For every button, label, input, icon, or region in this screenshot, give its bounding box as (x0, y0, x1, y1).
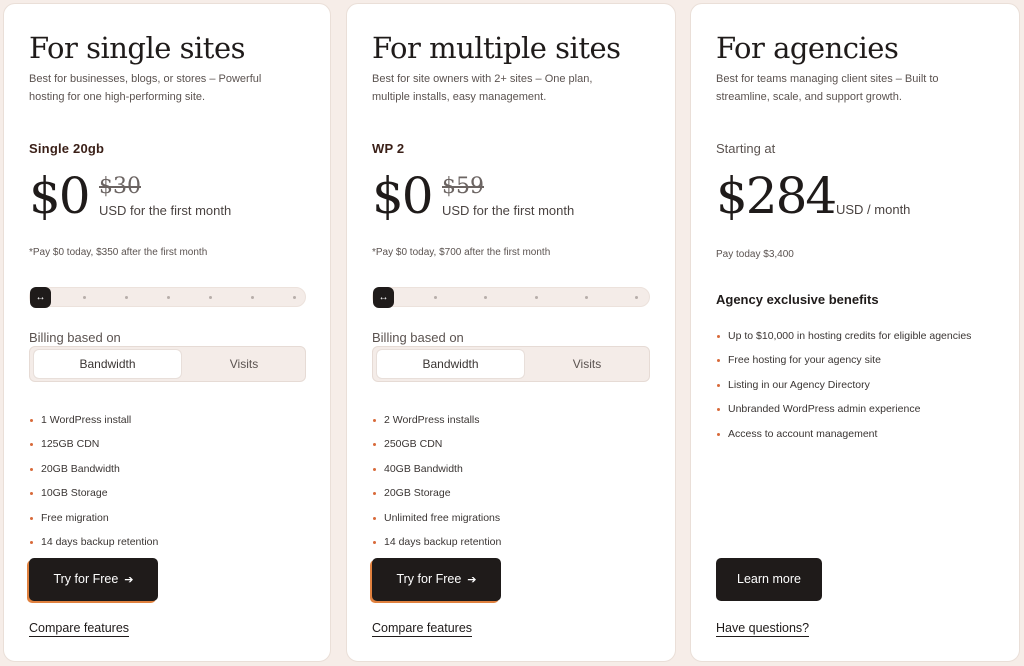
feature-item: 1 WordPress install (29, 408, 158, 432)
cta-label: Try for Free (53, 572, 119, 586)
feature-item: 40GB Bandwidth (372, 457, 501, 481)
price: $0 (372, 167, 434, 225)
feature-item: 125GB CDN (29, 432, 158, 456)
feature-item: 20GB Storage (372, 481, 501, 505)
slider-step[interactable] (125, 296, 128, 299)
feature-item: Unlimited free migrations (372, 506, 501, 530)
try-for-free-button[interactable]: Try for Free ➔ (29, 558, 158, 601)
benefit-item: Listing in our Agency Directory (716, 373, 971, 397)
slider-step[interactable] (251, 296, 254, 299)
slider-step[interactable] (535, 296, 538, 299)
card-description: Best for teams managing client sites – B… (716, 73, 939, 103)
feature-item: 250GB CDN (372, 432, 501, 456)
card-description: Best for businesses, blogs, or stores – … (29, 73, 262, 103)
slider-step[interactable] (635, 296, 638, 299)
feature-list: 1 WordPress install 125GB CDN 20GB Bandw… (29, 408, 158, 554)
plan-size-slider[interactable]: ↔ (29, 287, 306, 308)
slider-step[interactable] (83, 296, 86, 299)
card-title: For agencies (716, 31, 899, 65)
price-period: USD for the first month (99, 203, 232, 218)
try-for-free-button[interactable]: Try for Free ➔ (372, 558, 501, 601)
resize-horizontal-icon[interactable]: ↔ (373, 287, 394, 308)
billing-option-visits[interactable]: Visits (185, 350, 303, 378)
feature-item: 14 days backup retention (29, 530, 158, 554)
starting-at-label: Starting at (716, 141, 776, 156)
slider-step[interactable] (434, 296, 437, 299)
learn-more-button[interactable]: Learn more (716, 558, 822, 601)
plan-name: Single 20gb (29, 141, 105, 156)
feature-list: 2 WordPress installs 250GB CDN 40GB Band… (372, 408, 501, 554)
arrow-right-icon: ➔ (124, 574, 134, 586)
feature-item: 20GB Bandwidth (29, 457, 158, 481)
pricing-card-agencies: For agencies Best for teams managing cli… (690, 3, 1020, 662)
billing-label: Billing based on (372, 330, 464, 345)
price-note: *Pay $0 today, $700 after the first mont… (372, 247, 551, 258)
price-note: Pay today $3,400 (716, 249, 794, 260)
price-period: USD / month (836, 202, 911, 217)
plan-size-slider[interactable]: ↔ (372, 287, 650, 308)
benefit-item: Access to account management (716, 422, 971, 446)
billing-toggle[interactable]: Bandwidth Visits (29, 346, 306, 382)
price: $0 (29, 167, 91, 225)
feature-item: 2 WordPress installs (372, 408, 501, 432)
compare-features-link[interactable]: Compare features (372, 621, 473, 637)
benefits-heading: Agency exclusive benefits (716, 292, 879, 307)
slider-step[interactable] (585, 296, 588, 299)
pricing-card-single-sites: For single sites Best for businesses, bl… (3, 3, 331, 662)
compare-features-link[interactable]: Compare features (29, 621, 130, 637)
card-title: For multiple sites (372, 31, 621, 65)
plan-name: WP 2 (372, 141, 405, 156)
old-price: $59 (442, 174, 484, 199)
billing-label: Billing based on (29, 330, 121, 345)
card-title: For single sites (29, 31, 246, 65)
old-price: $30 (99, 174, 141, 199)
arrow-right-icon: ➔ (467, 574, 477, 586)
feature-item: 10GB Storage (29, 481, 158, 505)
feature-item: Free migration (29, 506, 158, 530)
billing-option-bandwidth[interactable]: Bandwidth (377, 350, 524, 378)
slider-step[interactable] (167, 296, 170, 299)
benefit-item: Up to $10,000 in hosting credits for eli… (716, 324, 971, 348)
price-period: USD for the first month (442, 203, 575, 218)
slider-step[interactable] (293, 296, 296, 299)
price-note: *Pay $0 today, $350 after the first mont… (29, 247, 208, 258)
benefit-list: Up to $10,000 in hosting credits for eli… (716, 324, 971, 446)
billing-option-visits[interactable]: Visits (528, 350, 646, 378)
resize-horizontal-icon[interactable]: ↔ (30, 287, 51, 308)
benefit-item: Free hosting for your agency site (716, 348, 971, 372)
slider-step[interactable] (209, 296, 212, 299)
benefit-item: Unbranded WordPress admin experience (716, 397, 971, 421)
feature-item: 14 days backup retention (372, 530, 501, 554)
slider-step[interactable] (484, 296, 487, 299)
pricing-card-multiple-sites: For multiple sites Best for site owners … (346, 3, 676, 662)
have-questions-link[interactable]: Have questions? (716, 621, 810, 637)
card-description: Best for site owners with 2+ sites – One… (372, 73, 593, 103)
billing-option-bandwidth[interactable]: Bandwidth (34, 350, 181, 378)
price: $284 (716, 167, 837, 225)
billing-toggle[interactable]: Bandwidth Visits (372, 346, 650, 382)
cta-label: Try for Free (396, 572, 462, 586)
